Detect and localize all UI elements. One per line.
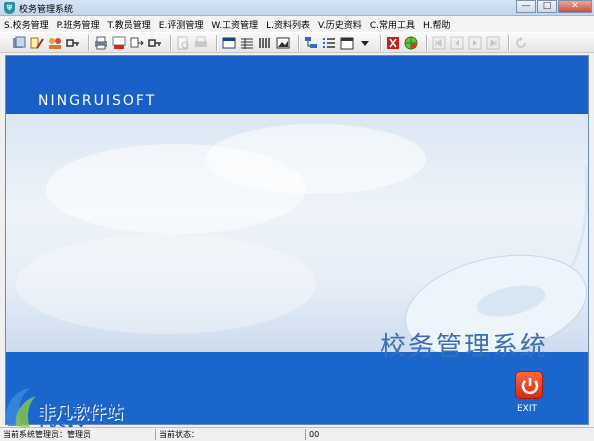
menu-school-admin[interactable]: S.校务管理	[4, 18, 49, 31]
status-admin: 当前系统管理员：管理员	[3, 430, 91, 439]
menu-history[interactable]: V.历史资料	[318, 18, 362, 31]
menu-teacher-admin[interactable]: T.教员管理	[107, 18, 150, 31]
minimize-button[interactable]: —	[516, 0, 536, 13]
toolbar-separator	[88, 34, 90, 51]
splash-panel: NINGRUISOFT 校务管理系统 EXIT	[5, 55, 589, 425]
flag-icon[interactable]	[386, 36, 400, 50]
menu-help[interactable]: H.帮助	[423, 18, 450, 31]
stamp-icon[interactable]	[112, 36, 126, 50]
status-state-label: 当前状态：	[155, 429, 305, 440]
dropdown-arrow-icon[interactable]	[358, 36, 372, 50]
power-icon	[521, 378, 539, 395]
globe-icon[interactable]	[404, 36, 418, 50]
toolbar-separator	[170, 34, 172, 51]
transfer-icon[interactable]	[130, 36, 144, 50]
status-value: 00	[305, 429, 594, 440]
next-icon[interactable]	[468, 36, 482, 50]
image-icon[interactable]	[276, 36, 290, 50]
shield-icon: ⛨	[4, 2, 15, 14]
menu-salary[interactable]: W.工资管理	[211, 18, 258, 31]
menu-class-admin[interactable]: P.班务管理	[57, 18, 100, 31]
toolbar-separator	[508, 34, 510, 51]
printer-icon[interactable]	[194, 36, 208, 50]
key-icon[interactable]	[148, 36, 162, 50]
window-controls: — □ ✕	[515, 0, 592, 14]
toolbar-separator	[298, 34, 300, 51]
menu-tools[interactable]: C.常用工具	[370, 18, 415, 31]
window-title: 校务管理系统	[19, 5, 74, 15]
calendar-icon[interactable]	[340, 36, 354, 50]
toolbar-separator	[426, 34, 428, 51]
toolbar	[0, 32, 594, 53]
close-button[interactable]: ✕	[558, 0, 592, 13]
title-bar: ⛨ 校务管理系统 — □ ✕	[0, 0, 594, 16]
preview-icon[interactable]	[176, 36, 190, 50]
menu-data-list[interactable]: L.资料列表	[266, 18, 310, 31]
table-icon[interactable]	[240, 36, 254, 50]
list-icon[interactable]	[322, 36, 336, 50]
last-icon[interactable]	[486, 36, 500, 50]
exit-label: EXIT	[517, 404, 538, 414]
users-icon[interactable]	[12, 36, 26, 50]
toolbar-separator	[380, 34, 382, 51]
edit-icon[interactable]	[30, 36, 44, 50]
menu-bar: S.校务管理 P.班务管理 T.教员管理 E.评测管理 W.工资管理 L.资料列…	[0, 16, 594, 32]
key-icon[interactable]	[66, 36, 80, 50]
brand-logo: NINGRUISOFT	[38, 93, 157, 109]
status-bar: 当前系统管理员：管理员 当前状态： 00	[0, 427, 594, 441]
columns-icon[interactable]	[258, 36, 272, 50]
tree-icon[interactable]	[304, 36, 318, 50]
people-icon[interactable]	[48, 36, 62, 50]
system-title: 校务管理系统	[380, 332, 549, 362]
window-icon[interactable]	[222, 36, 236, 50]
exit-button[interactable]	[515, 371, 543, 399]
print-icon[interactable]	[94, 36, 108, 50]
toolbar-separator	[216, 34, 218, 51]
menu-evaluation[interactable]: E.评测管理	[159, 18, 204, 31]
prev-icon[interactable]	[450, 36, 464, 50]
first-icon[interactable]	[432, 36, 446, 50]
maximize-button[interactable]: □	[537, 0, 557, 13]
watermark-logo-icon	[6, 388, 36, 428]
refresh-icon[interactable]	[514, 36, 528, 50]
